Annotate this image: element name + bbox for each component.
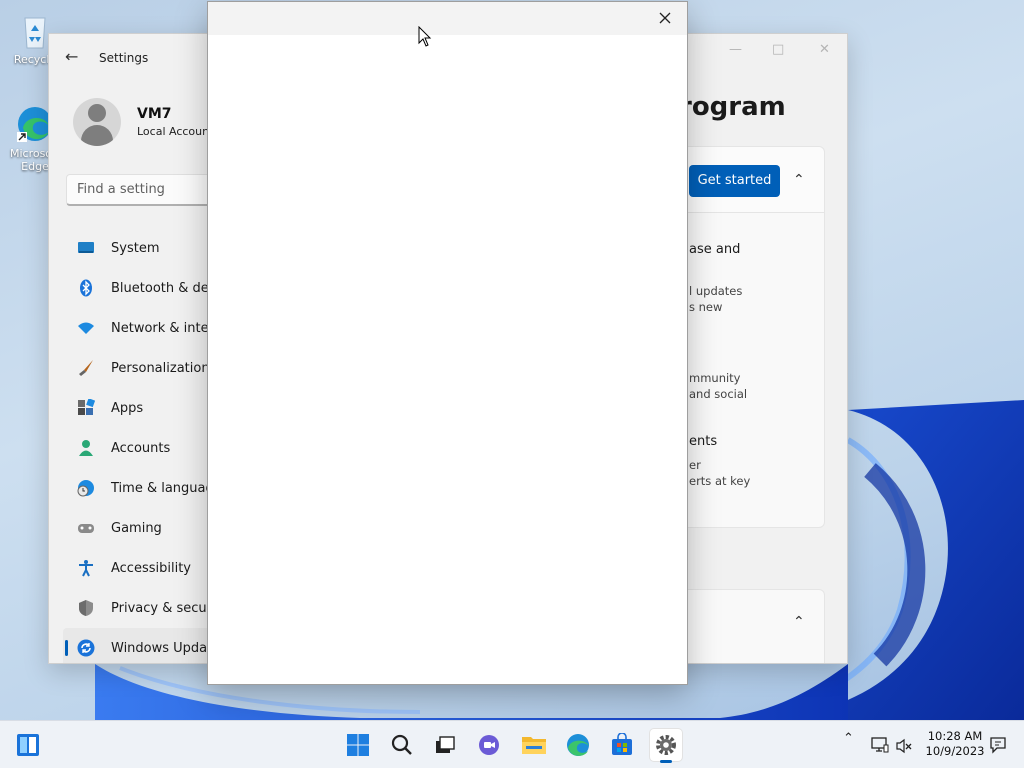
apps-icon <box>78 399 95 415</box>
chevron-up-icon[interactable]: ⌃ <box>793 614 805 630</box>
benefit-title: ase and <box>689 242 741 257</box>
store-icon <box>612 733 632 755</box>
nav-label: Time & language <box>111 480 222 496</box>
teams-chat-icon <box>479 735 499 755</box>
nav-label: Windows Update <box>111 640 221 656</box>
nav-label: Apps <box>111 400 144 416</box>
window-title: Settings <box>99 51 149 65</box>
user-profile[interactable]: VM7 Local Account <box>73 98 213 146</box>
benefit-text: er <box>689 458 701 472</box>
maximize-icon[interactable]: □ <box>772 42 784 57</box>
dialog-titlebar <box>208 2 687 35</box>
notification-icon[interactable] <box>989 736 1007 754</box>
globe-clock-icon <box>77 480 94 497</box>
account-type: Local Account <box>137 125 214 138</box>
task-view-button[interactable] <box>429 729 461 761</box>
benefit-text: s new <box>689 300 723 314</box>
clock-time: 10:28 AM <box>927 729 983 743</box>
minimize-icon[interactable]: — <box>729 42 742 57</box>
nav-label: Accounts <box>111 440 171 456</box>
nav-label: System <box>111 240 160 256</box>
accessibility-icon <box>79 560 93 577</box>
nav-label: Personalization <box>111 360 210 376</box>
gear-icon <box>656 735 676 755</box>
edge-taskbar-button[interactable] <box>562 729 594 761</box>
user-name: VM7 <box>137 106 172 122</box>
wifi-icon <box>78 322 94 334</box>
system-icon <box>78 242 94 253</box>
avatar <box>73 98 121 146</box>
benefit-text: mmunity <box>689 371 741 385</box>
person-icon <box>79 440 93 456</box>
search-icon <box>391 734 412 755</box>
nav-label: Gaming <box>111 520 162 536</box>
benefit-title: ents <box>689 434 718 449</box>
system-clock[interactable]: 10:28 AM 10/9/2023 <box>922 729 988 759</box>
widgets-icon <box>17 734 39 756</box>
shield-icon <box>79 600 93 616</box>
windows-logo-icon <box>347 734 369 756</box>
volume-muted-icon[interactable] <box>896 738 912 754</box>
nav-label: Accessibility <box>111 560 191 576</box>
benefit-text: l updates <box>689 284 743 298</box>
network-icon[interactable] <box>871 737 889 753</box>
benefit-text: and social <box>689 387 748 401</box>
blank-dialog-window <box>207 1 688 685</box>
bluetooth-icon <box>80 279 92 297</box>
close-icon[interactable]: ✕ <box>819 42 830 57</box>
page-title: rogram <box>679 92 786 122</box>
widgets-button[interactable] <box>12 729 44 761</box>
chevron-up-icon[interactable]: ⌃ <box>843 731 854 746</box>
chat-button[interactable] <box>473 729 505 761</box>
folder-icon <box>522 737 546 754</box>
gamepad-icon <box>78 524 94 533</box>
taskbar: ⌃ 10:28 AM 10/9/2023 <box>0 720 1024 768</box>
close-icon[interactable] <box>657 10 673 26</box>
settings-taskbar-button[interactable] <box>650 729 682 763</box>
mouse-cursor-icon <box>418 26 432 47</box>
start-button[interactable] <box>342 729 374 761</box>
file-explorer-button[interactable] <box>518 729 550 761</box>
search-button[interactable] <box>386 729 418 761</box>
benefit-text: erts at key <box>689 474 751 488</box>
back-arrow-icon[interactable]: ← <box>65 49 81 65</box>
update-icon <box>77 639 95 657</box>
clock-date: 10/9/2023 <box>925 744 985 758</box>
get-started-button[interactable]: Get started <box>689 165 780 197</box>
edge-icon <box>567 734 589 756</box>
chevron-up-icon[interactable]: ⌃ <box>793 172 805 188</box>
task-view-icon <box>436 736 455 753</box>
store-button[interactable] <box>606 729 638 761</box>
brush-icon <box>79 360 93 376</box>
